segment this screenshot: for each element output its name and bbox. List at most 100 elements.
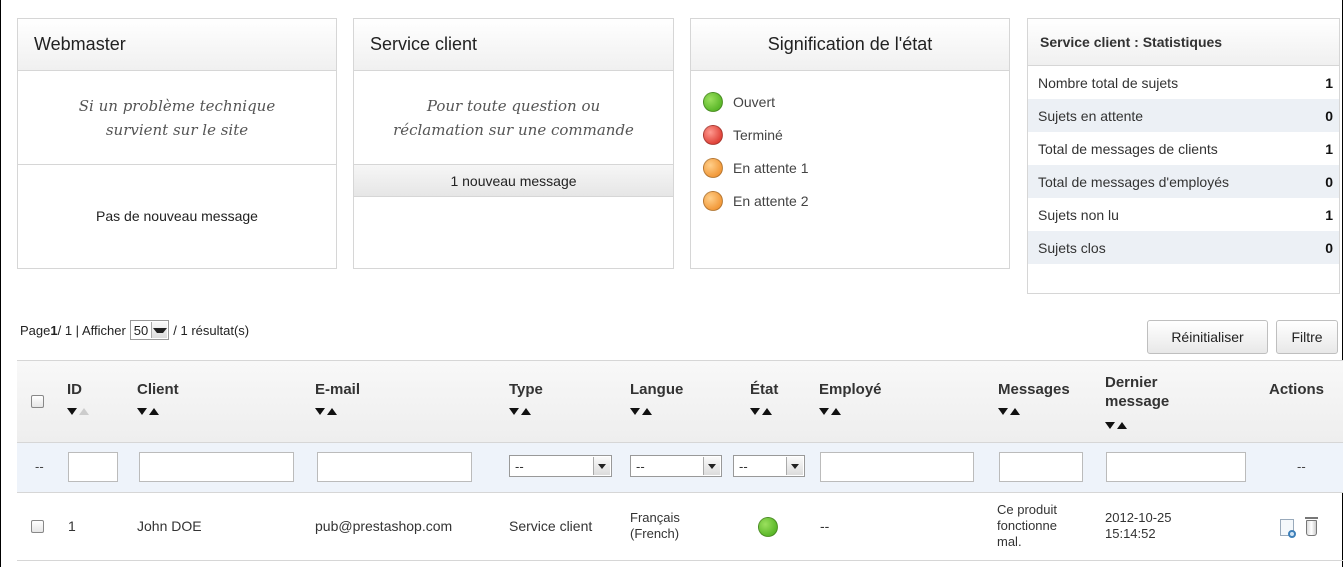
filter-type-select[interactable]: -- [509, 455, 612, 477]
window-border-left [0, 0, 1, 567]
sort-desc-icon[interactable] [819, 408, 829, 415]
red-status-icon [703, 124, 723, 145]
chevron-down-icon [786, 457, 803, 475]
row-langue-line-2: (French) [630, 526, 680, 541]
new-message-link[interactable]: 1 nouveau message [354, 165, 673, 197]
sort-controls[interactable] [509, 402, 543, 415]
sort-asc-icon[interactable] [327, 408, 337, 415]
sort-desc-icon[interactable] [1105, 422, 1115, 429]
state-legend-panel: Signification de l'état Ouvert Terminé E… [690, 18, 1010, 269]
legend-label: Ouvert [733, 93, 776, 110]
filter-email-input[interactable] [317, 452, 472, 482]
sort-desc-icon[interactable] [67, 408, 77, 415]
view-icon[interactable] [1280, 519, 1296, 538]
service-desc-line-1: Pour toute question ou [426, 96, 601, 115]
service-client-title: Service client [354, 19, 673, 71]
stats-row-pending-subjects: Sujets en attente 0 [1028, 99, 1339, 132]
service-client-description: Pour toute question ou réclamation sur un… [354, 71, 673, 165]
per-page-value: 50 [133, 322, 149, 338]
sort-desc-icon[interactable] [630, 408, 640, 415]
filter-langue-select[interactable]: -- [630, 455, 722, 477]
col-messages: Messages [998, 381, 1070, 415]
stats-row-client-messages: Total de messages de clients 1 [1028, 132, 1339, 165]
green-status-icon [703, 91, 723, 112]
sort-controls[interactable] [137, 402, 179, 415]
filter-button[interactable]: Filtre [1276, 320, 1338, 354]
service-client-panel: Service client Pour toute question ou réc… [353, 18, 674, 269]
sort-desc-icon[interactable] [509, 408, 519, 415]
sort-controls[interactable] [750, 402, 778, 415]
row-langue: Français (French) [630, 510, 680, 542]
orange-status-icon [703, 190, 723, 211]
filter-checkbox-placeholder: -- [35, 459, 44, 474]
col-langue-label: Langue [630, 381, 684, 398]
sort-controls[interactable] [1105, 415, 1169, 429]
row-msg-line-1: Ce produit [997, 502, 1057, 517]
select-all-checkbox[interactable] [31, 395, 44, 408]
col-employe-label: Employé [819, 381, 882, 398]
sort-asc-icon[interactable] [149, 408, 159, 415]
sort-desc-icon[interactable] [750, 408, 760, 415]
page-prefix: Page [20, 322, 51, 338]
filter-employe-input[interactable] [820, 452, 974, 482]
filter-client-input[interactable] [139, 452, 294, 482]
filter-langue-value: -- [636, 458, 645, 474]
row-time: 15:14:52 [1105, 526, 1156, 541]
sort-controls[interactable] [819, 402, 882, 415]
page-separator: / 1 | Afficher [57, 322, 126, 338]
table-row[interactable]: 1 John DOE pub@prestashop.com Service cl… [17, 493, 1343, 561]
sort-asc-icon[interactable] [642, 408, 652, 415]
sort-controls[interactable] [998, 402, 1070, 415]
reset-button[interactable]: Réinitialiser [1147, 320, 1268, 354]
filter-id-input[interactable] [68, 452, 118, 482]
row-type: Service client [509, 518, 593, 534]
webmaster-title: Webmaster [18, 19, 336, 71]
chevron-down-icon [151, 322, 168, 338]
current-page: 1 [50, 322, 58, 338]
sort-asc-icon[interactable] [79, 408, 89, 415]
sort-asc-icon[interactable] [762, 408, 772, 415]
sort-desc-icon[interactable] [137, 408, 147, 415]
stats-row-employee-messages: Total de messages d'employés 0 [1028, 165, 1339, 198]
per-page-select[interactable]: 50 [129, 320, 170, 340]
filter-messages-input[interactable] [999, 452, 1083, 482]
col-type: Type [509, 381, 543, 415]
sort-controls[interactable] [630, 402, 683, 415]
filter-date-input[interactable] [1106, 452, 1246, 482]
row-id: 1 [68, 518, 76, 534]
filter-etat-select[interactable]: -- [733, 455, 805, 477]
stats-label: Total de messages de clients [1038, 140, 1218, 157]
row-client: John DOE [137, 518, 202, 534]
filter-actions-placeholder: -- [1297, 459, 1306, 474]
filter-row: -- -- -- -- -- [17, 443, 1343, 493]
statistics-panel: Service client : Statistiques Nombre tot… [1027, 18, 1340, 294]
webmaster-description: Si un problème technique survient sur le … [18, 71, 336, 165]
col-langue: Langue [630, 381, 684, 415]
col-last-message-line-1: Dernier [1105, 374, 1158, 391]
stats-row-closed-subjects: Sujets clos 0 [1028, 231, 1339, 264]
chevron-down-icon [593, 457, 610, 475]
stats-row-total-subjects: Nombre total de sujets 1 [1028, 66, 1339, 99]
results-count: / 1 résultat(s) [173, 322, 250, 338]
sort-asc-icon[interactable] [1117, 422, 1127, 429]
delete-icon[interactable] [1305, 517, 1318, 536]
webmaster-desc-line-1: Si un problème technique [78, 96, 276, 115]
col-id-label: ID [67, 381, 82, 398]
row-checkbox[interactable] [31, 520, 44, 533]
webmaster-panel: Webmaster Si un problème technique survie… [17, 18, 337, 269]
sort-asc-icon[interactable] [1010, 408, 1020, 415]
sort-controls[interactable] [315, 402, 360, 415]
sort-desc-icon[interactable] [998, 408, 1008, 415]
row-messages: Ce produit fonctionne mal. [997, 502, 1057, 550]
sort-asc-icon[interactable] [521, 408, 531, 415]
stats-label: Total de messages d'employés [1038, 173, 1229, 190]
stats-label: Nombre total de sujets [1038, 74, 1179, 91]
row-msg-line-2: fonctionne [997, 518, 1057, 533]
col-type-label: Type [509, 381, 543, 398]
statistics-title: Service client : Statistiques [1028, 19, 1339, 66]
sort-desc-icon[interactable] [315, 408, 325, 415]
threads-table: ID Client E-mail Type Langue État Employ… [17, 360, 1343, 561]
sort-asc-icon[interactable] [831, 408, 841, 415]
sort-controls[interactable] [67, 402, 89, 415]
stats-value: 1 [1325, 140, 1333, 157]
